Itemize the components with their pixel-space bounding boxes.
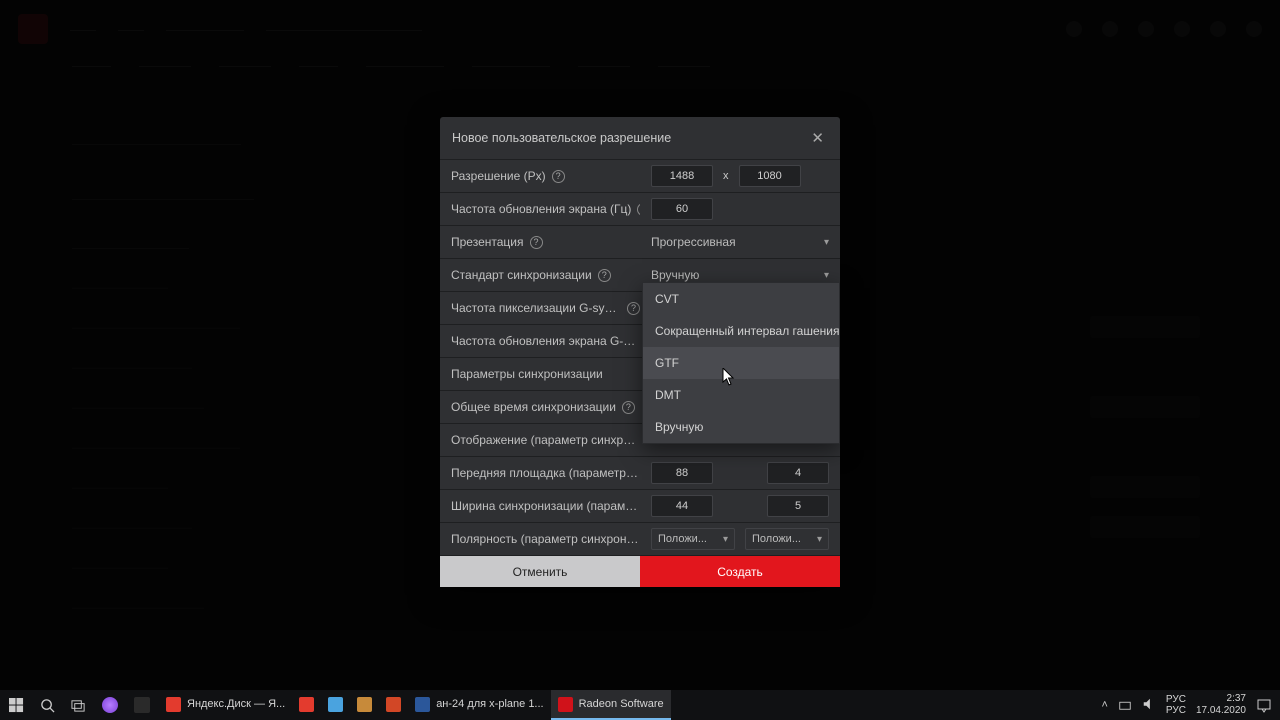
option-cvt-rb[interactable]: Сокращенный интервал гашения (... xyxy=(643,315,839,347)
task-icon xyxy=(166,697,181,712)
help-icon[interactable]: ? xyxy=(627,302,640,315)
option-dmt[interactable]: DMT xyxy=(643,379,839,411)
task-icon xyxy=(386,697,401,712)
chevron-down-icon: ▾ xyxy=(817,534,822,545)
chevron-down-icon: ▾ xyxy=(723,534,728,545)
row-front-porch: Передняя площадка (параметр синхрон xyxy=(440,456,840,489)
task-icon xyxy=(328,697,343,712)
chevron-down-icon: ▾ xyxy=(824,237,829,248)
row-resolution: Разрешение (Px)? x xyxy=(440,159,840,192)
label-refresh: Частота обновления экрана (Гц) xyxy=(451,202,631,216)
row-sync-width: Ширина синхронизации (параметр синх xyxy=(440,489,840,522)
label-polarity: Полярность (параметр синхронизации) xyxy=(451,532,640,546)
help-icon[interactable]: ? xyxy=(530,236,543,249)
task-label: ан-24 для x-plane 1... xyxy=(436,698,543,710)
start-button[interactable] xyxy=(2,690,31,720)
chevron-down-icon: ▾ xyxy=(824,270,829,281)
taskbar-task[interactable]: Яндекс.Диск — Я... xyxy=(159,690,292,720)
close-icon[interactable]: ✕ xyxy=(807,127,828,149)
task-icon xyxy=(357,697,372,712)
tray-notifications-icon[interactable] xyxy=(1256,697,1272,713)
row-polarity: Полярность (параметр синхронизации) Поло… xyxy=(440,522,840,555)
cancel-button[interactable]: Отменить xyxy=(440,556,640,587)
taskbar-task[interactable] xyxy=(379,690,408,720)
task-icon xyxy=(558,697,573,712)
label-timing-display: Отображение (параметр синхронизации) xyxy=(451,433,640,447)
polarity-h-select[interactable]: Положи...▾ xyxy=(651,528,735,550)
row-refresh: Частота обновления экрана (Гц)? xyxy=(440,192,840,225)
label-presentation: Презентация xyxy=(451,235,524,249)
help-icon[interactable]: ? xyxy=(598,269,611,282)
front-porch-h-input[interactable] xyxy=(651,462,713,484)
resolution-height-input[interactable] xyxy=(739,165,801,187)
polarity-v-select[interactable]: Положи...▾ xyxy=(745,528,829,550)
timing-standard-dropdown: CVT Сокращенный интервал гашения (... GT… xyxy=(642,282,840,444)
label-timing-params: Параметры синхронизации xyxy=(451,367,603,381)
refresh-rate-input[interactable] xyxy=(651,198,713,220)
help-icon[interactable]: ? xyxy=(552,170,565,183)
task-icon xyxy=(299,697,314,712)
modal-title-bar: Новое пользовательское разрешение ✕ xyxy=(440,117,840,159)
task-label: Яндекс.Диск — Я... xyxy=(187,698,285,710)
modal-footer: Отменить Создать xyxy=(440,555,840,587)
windows-taskbar: Яндекс.Диск — Я... ан-24 для x-plane 1...… xyxy=(0,690,1280,720)
create-button[interactable]: Создать xyxy=(640,556,840,587)
times-separator: x xyxy=(723,170,729,182)
sync-width-v-input[interactable] xyxy=(767,495,829,517)
taskbar-task[interactable] xyxy=(321,690,350,720)
taskbar-task[interactable] xyxy=(292,690,321,720)
tray-volume-icon[interactable] xyxy=(1142,697,1156,714)
front-porch-v-input[interactable] xyxy=(767,462,829,484)
taskbar-task[interactable] xyxy=(350,690,379,720)
presentation-select[interactable]: Прогрессивная ▾ xyxy=(640,226,840,258)
taskbar-task[interactable]: ан-24 для x-plane 1... xyxy=(408,690,550,720)
resolution-width-input[interactable] xyxy=(651,165,713,187)
pinned-app[interactable] xyxy=(95,690,125,720)
row-presentation: Презентация? Прогрессивная ▾ xyxy=(440,225,840,258)
help-icon[interactable]: ? xyxy=(622,401,635,414)
label-gsync-pixclk: Частота пикселизации G-sync (кГц) xyxy=(451,301,621,315)
sync-width-h-input[interactable] xyxy=(651,495,713,517)
tray-clock[interactable]: 2:37 17.04.2020 xyxy=(1196,693,1246,717)
taskbar-tray: ˄ РУС РУС 2:37 17.04.2020 xyxy=(1101,693,1278,717)
modal-title: Новое пользовательское разрешение xyxy=(452,131,671,145)
label-timing-total: Общее время синхронизации xyxy=(451,400,616,414)
option-cvt[interactable]: CVT xyxy=(643,283,839,315)
label-resolution: Разрешение (Px) xyxy=(451,169,546,183)
label-front-porch: Передняя площадка (параметр синхрон xyxy=(451,466,640,480)
timing-std-value: Вручную xyxy=(651,268,699,282)
label-sync-width: Ширина синхронизации (параметр синх xyxy=(451,499,640,513)
option-gtf[interactable]: GTF xyxy=(643,347,839,379)
label-gsync-refresh: Частота обновления экрана G-Sync (Гц) xyxy=(451,334,640,348)
tray-network-icon[interactable] xyxy=(1118,697,1132,714)
option-manual[interactable]: Вручную xyxy=(643,411,839,443)
task-icon xyxy=(415,697,430,712)
tray-chevron-icon[interactable]: ˄ xyxy=(1101,699,1107,711)
task-label: Radeon Software xyxy=(579,698,664,710)
search-button[interactable] xyxy=(33,690,62,720)
taskbar-task[interactable]: Radeon Software xyxy=(551,690,671,720)
tray-language[interactable]: РУС РУС xyxy=(1166,694,1186,716)
presentation-value: Прогрессивная xyxy=(651,235,736,249)
pinned-app[interactable] xyxy=(127,690,157,720)
task-view-button[interactable] xyxy=(64,690,93,720)
label-timing-std: Стандарт синхронизации xyxy=(451,268,592,282)
